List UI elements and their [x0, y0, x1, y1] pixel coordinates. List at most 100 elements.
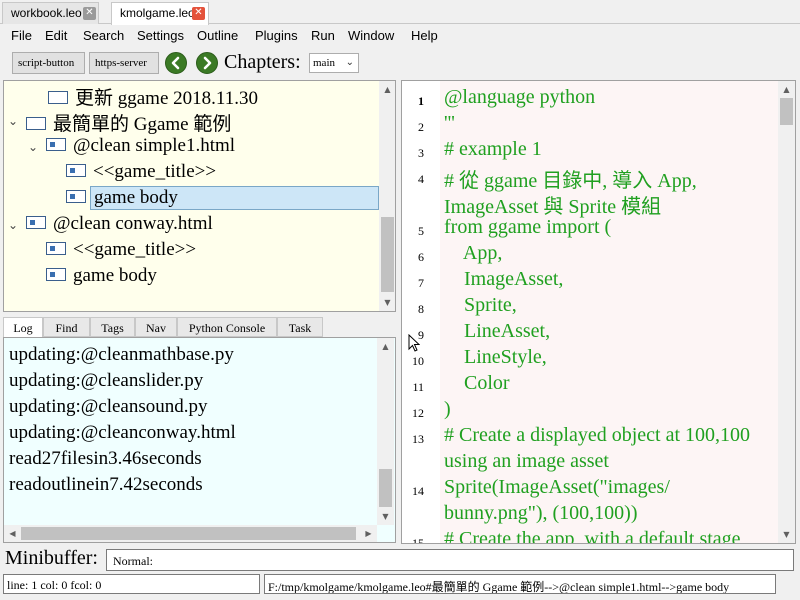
outline-node-selected[interactable]: game body — [66, 186, 379, 212]
line-number: 8 — [418, 302, 424, 316]
file-tab-bar: workbook.leo ✕ kmolgame.leo ✕ — [0, 0, 800, 25]
line-number: 6 — [418, 250, 424, 264]
scroll-up-icon[interactable]: ▲ — [377, 338, 394, 355]
chapter-value: main — [313, 57, 335, 69]
menu-window[interactable]: Window — [348, 28, 394, 43]
log-line: readoutlinein7.42seconds — [9, 474, 203, 495]
log-horizontal-scrollbar[interactable]: ◀ ▶ — [4, 525, 377, 542]
line-number: 12 — [412, 406, 424, 420]
menu-file[interactable]: File — [11, 28, 32, 43]
chapters-label: Chapters: — [224, 51, 301, 73]
scroll-down-icon[interactable]: ▼ — [379, 294, 395, 311]
body-editor[interactable]: 1 2 3 4 5 6 7 8 9 10 11 12 13 14 15 @lan… — [401, 80, 796, 544]
outline-node[interactable]: <<game_title>> — [46, 239, 199, 265]
code-line: using an image asset — [444, 450, 609, 472]
chevron-down-icon: ⌄ — [345, 57, 354, 68]
outline-node[interactable]: <<game_title>> — [66, 161, 219, 187]
line-number: 2 — [418, 120, 424, 134]
node-label: @clean simple1.html — [73, 135, 236, 156]
line-number: 15 — [412, 536, 424, 544]
node-label: 最簡單的 Ggame 範例 — [53, 114, 232, 135]
line-number: 1 — [418, 94, 424, 108]
code-line: @language python — [444, 86, 596, 108]
scroll-thumb[interactable] — [381, 217, 394, 292]
scroll-thumb[interactable] — [780, 98, 793, 125]
log-line: updating:@cleanconway.html — [9, 422, 236, 443]
tab-find[interactable]: Find — [43, 317, 90, 337]
toolbar: script-button https-server Chapters: mai… — [0, 48, 800, 78]
tab-task[interactable]: Task — [277, 317, 323, 337]
node-label: 更新 ggame 2018.11.30 — [75, 88, 258, 109]
outline-scrollbar[interactable]: ▲ ▼ — [379, 81, 395, 311]
https-server-button[interactable]: https-server — [89, 52, 159, 74]
node-label: <<game_title>> — [93, 161, 217, 182]
line-number: 11 — [412, 380, 424, 394]
line-number: 3 — [418, 146, 424, 160]
menu-edit[interactable]: Edit — [45, 28, 67, 43]
close-icon[interactable]: ✕ — [192, 7, 205, 20]
forward-arrow-icon[interactable] — [196, 52, 218, 74]
scroll-thumb[interactable] — [379, 469, 392, 507]
code-line: ImageAsset, — [444, 268, 564, 290]
tab-log[interactable]: Log — [3, 317, 43, 337]
tab-python-console[interactable]: Python Console — [177, 317, 277, 337]
line-number: 7 — [418, 276, 424, 290]
mouse-pointer-icon — [408, 333, 421, 357]
node-label: <<game_title>> — [73, 239, 197, 260]
outline-node[interactable]: game body — [46, 265, 160, 291]
scroll-up-icon[interactable]: ▲ — [379, 81, 395, 98]
node-icon — [46, 138, 66, 152]
code-line: Color — [444, 372, 510, 394]
code-line: ''' — [444, 112, 455, 134]
scroll-down-icon[interactable]: ▼ — [778, 526, 795, 543]
body-scrollbar[interactable]: ▲ ▼ — [778, 81, 795, 543]
outline-node[interactable]: 更新 ggame 2018.11.30 — [48, 83, 261, 109]
code-line: LineStyle, — [444, 346, 547, 368]
menu-run[interactable]: Run — [311, 28, 335, 43]
log-pane[interactable]: updating:@cleanmathbase.py updating:@cle… — [3, 337, 396, 543]
node-icon — [66, 164, 86, 178]
chevron-down-icon[interactable]: ⌄ — [8, 114, 18, 128]
tab-kmolgame[interactable]: kmolgame.leo ✕ — [111, 2, 209, 25]
tab-label: workbook.leo — [11, 6, 82, 20]
node-icon — [66, 190, 86, 204]
menu-outline[interactable]: Outline — [197, 28, 238, 43]
chapter-select[interactable]: main ⌄ — [309, 53, 359, 73]
code-line: # Create the app, with a default stage — [444, 528, 741, 544]
log-vertical-scrollbar[interactable]: ▲ ▼ — [377, 338, 394, 525]
chevron-down-icon[interactable]: ⌄ — [8, 218, 18, 232]
minibuffer-input[interactable]: Normal: — [106, 549, 794, 571]
code-line: App, — [444, 242, 503, 264]
node-label: @clean conway.html — [53, 213, 213, 234]
code-line: from ggame import ( — [444, 216, 612, 238]
outline-node[interactable]: 最簡單的 Ggame 範例 — [26, 109, 234, 135]
menu-search[interactable]: Search — [83, 28, 124, 43]
code-line: # Create a displayed object at 100,100 — [444, 424, 751, 446]
log-tab-bar: Log Find Tags Nav Python Console Task — [3, 317, 396, 337]
outline-node[interactable]: @clean conway.html — [26, 213, 216, 239]
node-icon — [26, 216, 46, 230]
script-button[interactable]: script-button — [12, 52, 85, 74]
tab-tags[interactable]: Tags — [90, 317, 135, 337]
outline-node[interactable]: @clean simple1.html — [46, 135, 238, 161]
tab-nav[interactable]: Nav — [135, 317, 177, 337]
code-line: bunny.png"), (100,100)) — [444, 502, 638, 524]
node-icon — [46, 268, 66, 282]
chevron-down-icon[interactable]: ⌄ — [28, 140, 38, 154]
menu-settings[interactable]: Settings — [137, 28, 184, 43]
outline-pane[interactable]: 更新 ggame 2018.11.30 ⌄ 最簡單的 Ggame 範例 ⌄ @c… — [3, 80, 396, 312]
menu-help[interactable]: Help — [411, 28, 438, 43]
scroll-right-icon[interactable]: ▶ — [360, 525, 377, 542]
close-icon[interactable]: ✕ — [83, 7, 96, 20]
menu-plugins[interactable]: Plugins — [255, 28, 298, 43]
back-arrow-icon[interactable] — [165, 52, 187, 74]
status-path: F:/tmp/kmolgame/kmolgame.leo#最簡單的 Ggame … — [264, 574, 776, 594]
code-line: ImageAsset 與 Sprite 模組 — [444, 196, 662, 218]
tab-workbook[interactable]: workbook.leo ✕ — [2, 2, 99, 24]
line-number: 13 — [412, 432, 424, 446]
scroll-up-icon[interactable]: ▲ — [778, 81, 795, 98]
scroll-left-icon[interactable]: ◀ — [4, 525, 21, 542]
scroll-down-icon[interactable]: ▼ — [377, 508, 394, 525]
scroll-thumb[interactable] — [21, 527, 356, 540]
line-number: 5 — [418, 224, 424, 238]
